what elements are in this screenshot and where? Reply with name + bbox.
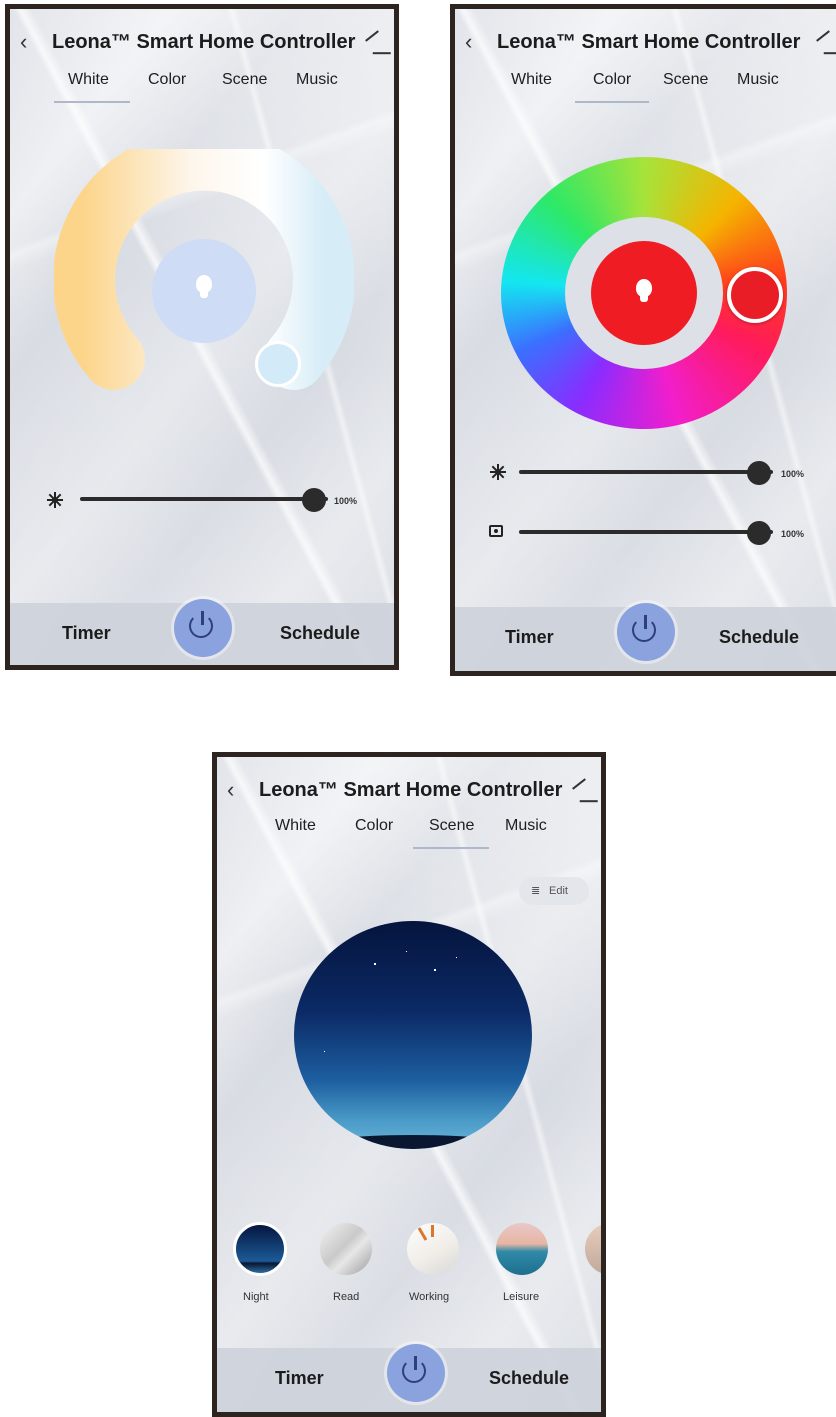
- power-button[interactable]: [174, 599, 232, 657]
- tab-white[interactable]: White: [68, 71, 109, 89]
- bulb-base: [200, 292, 208, 298]
- app-header: ‹ Leona™ Smart Home Controller: [10, 9, 394, 71]
- brightness-icon: [47, 492, 63, 508]
- scene-thumb-read[interactable]: [320, 1223, 372, 1275]
- chevron-left-icon[interactable]: ‹: [20, 29, 27, 55]
- tab-color[interactable]: Color: [355, 817, 393, 835]
- scene-label-working: Working: [409, 1291, 450, 1303]
- tab-color[interactable]: Color: [148, 71, 186, 89]
- temperature-handle[interactable]: [255, 341, 301, 387]
- timer-button[interactable]: Timer: [62, 623, 111, 644]
- color-handle[interactable]: [727, 267, 783, 323]
- active-tab-indicator: [54, 101, 130, 103]
- scene-thumb-leisure[interactable]: [496, 1223, 548, 1275]
- saturation-icon: [489, 525, 503, 537]
- active-tab-indicator: [575, 101, 649, 103]
- tab-scene[interactable]: Scene: [222, 71, 267, 89]
- app-title: Leona™ Smart Home Controller: [52, 31, 356, 53]
- mode-tabs: White Color Scene Music: [455, 71, 836, 105]
- scene-label-night: Night: [243, 1291, 269, 1303]
- bulb-icon: [196, 275, 212, 293]
- schedule-button[interactable]: Schedule: [489, 1368, 569, 1389]
- tab-music[interactable]: Music: [737, 71, 779, 89]
- tab-white[interactable]: White: [511, 71, 552, 89]
- scene-preview-night: [294, 921, 532, 1149]
- chevron-left-icon[interactable]: ‹: [465, 29, 472, 55]
- active-tab-indicator: [413, 847, 489, 849]
- brightness-slider-knob[interactable]: [302, 488, 326, 512]
- chevron-left-icon[interactable]: ‹: [227, 777, 234, 803]
- power-button[interactable]: [617, 603, 675, 661]
- app-title: Leona™ Smart Home Controller: [259, 779, 563, 801]
- timer-button[interactable]: Timer: [275, 1368, 324, 1389]
- power-button[interactable]: [387, 1344, 445, 1402]
- mode-tabs: White Color Scene Music: [217, 817, 601, 851]
- tab-music[interactable]: Music: [505, 817, 547, 835]
- timer-button[interactable]: Timer: [505, 627, 554, 648]
- tab-color[interactable]: Color: [593, 71, 631, 89]
- mode-tabs: White Color Scene Music: [10, 71, 394, 105]
- brightness-icon: [490, 464, 506, 480]
- saturation-slider-knob[interactable]: [747, 521, 771, 545]
- scene-label-leisure: Leisure: [503, 1291, 540, 1303]
- scene-thumb-working[interactable]: [407, 1223, 459, 1275]
- bottom-bar: Timer Schedule: [10, 599, 394, 665]
- saturation-slider[interactable]: [519, 521, 773, 545]
- saturation-value: 100%: [781, 529, 805, 539]
- schedule-button[interactable]: Schedule: [719, 627, 799, 648]
- scene-edit-label: Edit: [549, 885, 568, 897]
- scene-mode-screen: ‹ Leona™ Smart Home Controller White Col…: [212, 752, 606, 1417]
- brightness-slider[interactable]: [519, 461, 773, 485]
- tab-scene[interactable]: Scene: [663, 71, 708, 89]
- color-mode-screen: ‹ Leona™ Smart Home Controller White Col…: [450, 4, 836, 676]
- bulb-base: [640, 296, 648, 302]
- scene-thumb-night[interactable]: [233, 1222, 287, 1276]
- scene-label-read: Read: [333, 1291, 360, 1303]
- sliders-icon: ≣: [531, 885, 541, 897]
- tab-music[interactable]: Music: [296, 71, 338, 89]
- pencil-icon[interactable]: [365, 30, 379, 42]
- pencil-icon[interactable]: [816, 30, 830, 42]
- brightness-value: 100%: [781, 469, 805, 479]
- brightness-slider-knob[interactable]: [747, 461, 771, 485]
- tab-white[interactable]: White: [275, 817, 316, 835]
- app-title: Leona™ Smart Home Controller: [497, 31, 801, 53]
- brightness-value: 100%: [334, 496, 358, 506]
- bottom-bar: Timer Schedule: [455, 603, 836, 671]
- scene-edit-button[interactable]: ≣ Edit: [519, 877, 589, 905]
- app-header: ‹ Leona™ Smart Home Controller: [455, 9, 836, 71]
- pencil-icon[interactable]: [572, 778, 586, 790]
- app-header: ‹ Leona™ Smart Home Controller: [217, 757, 601, 819]
- bottom-bar: Timer Schedule: [217, 1344, 601, 1412]
- brightness-slider[interactable]: [80, 488, 328, 512]
- bulb-icon: [636, 279, 652, 297]
- white-mode-screen: ‹ Leona™ Smart Home Controller White Col…: [5, 4, 399, 670]
- schedule-button[interactable]: Schedule: [280, 623, 360, 644]
- tab-scene[interactable]: Scene: [429, 817, 474, 835]
- scene-thumb-partial[interactable]: [585, 1223, 601, 1275]
